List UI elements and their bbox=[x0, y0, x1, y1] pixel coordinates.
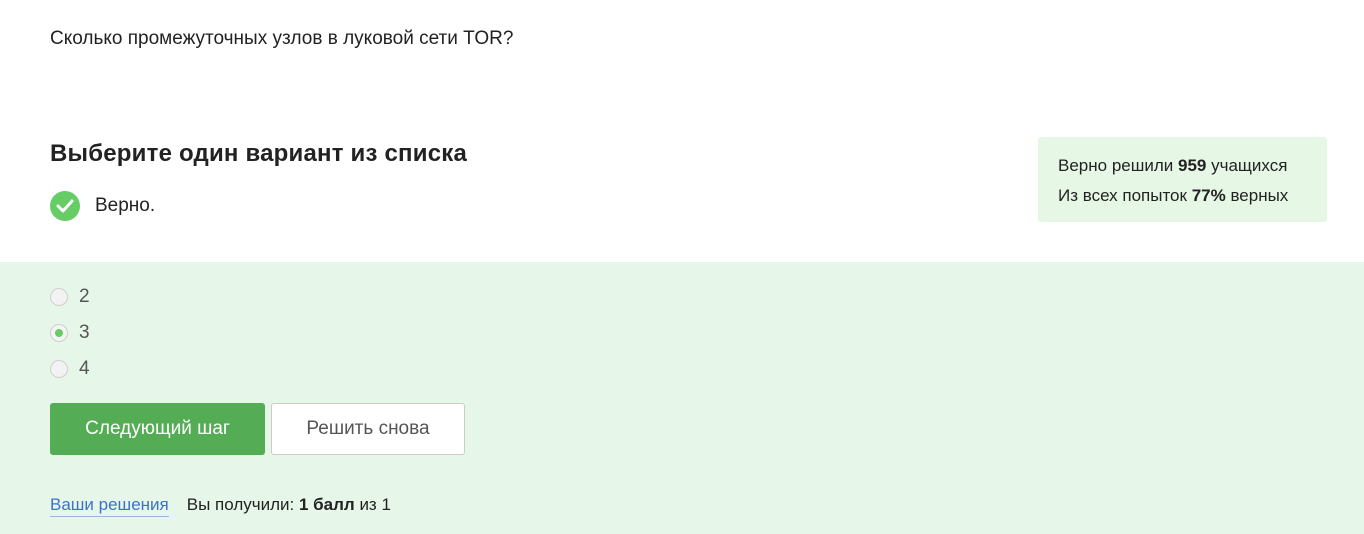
check-icon bbox=[50, 191, 80, 221]
stats-attempts-suffix: верных bbox=[1230, 186, 1289, 205]
option-2[interactable]: 2 bbox=[50, 286, 90, 308]
task-heading: Выберите один вариант из списка bbox=[50, 140, 468, 167]
your-solutions-link[interactable]: Ваши решения bbox=[50, 495, 169, 517]
retry-button[interactable]: Решить снова bbox=[271, 403, 465, 455]
answer-area: 2 3 4 Следующий шаг Решить снова Ваши ре… bbox=[0, 262, 1364, 534]
score-text: Вы получили: 1 балл из 1 bbox=[187, 495, 391, 515]
stats-solved-prefix: Верно решили bbox=[1058, 156, 1174, 175]
option-label: 2 bbox=[79, 286, 90, 307]
score-value: 1 балл bbox=[298, 495, 355, 514]
footer: Ваши решения Вы получили: 1 балл из 1 bbox=[50, 495, 391, 517]
radio-icon[interactable] bbox=[50, 360, 68, 378]
stats-panel: Верно решили 959 учащихся Из всех попыто… bbox=[1038, 137, 1327, 222]
score-suffix: из 1 bbox=[359, 495, 391, 514]
stats-solved-line: Верно решили 959 учащихся bbox=[1058, 151, 1307, 181]
radio-checked-icon[interactable] bbox=[50, 324, 68, 342]
option-label: 3 bbox=[79, 322, 90, 343]
score-prefix: Вы получили: bbox=[186, 495, 295, 514]
radio-icon[interactable] bbox=[50, 288, 68, 306]
stats-correct-percent: 77% bbox=[1191, 186, 1226, 205]
option-4[interactable]: 4 bbox=[50, 358, 90, 380]
question-text: Сколько промежуточных узлов в луковой се… bbox=[50, 28, 514, 49]
option-label: 4 bbox=[79, 358, 90, 379]
radio-dot-icon bbox=[55, 329, 63, 337]
stats-attempts-prefix: Из всех попыток bbox=[1058, 186, 1187, 205]
option-3[interactable]: 3 bbox=[50, 322, 90, 344]
verdict-label: Верно. bbox=[95, 195, 156, 216]
stats-solved-count: 959 bbox=[1178, 156, 1207, 175]
stats-attempts-line: Из всех попыток 77% верных bbox=[1058, 181, 1307, 211]
verdict-row: Верно. bbox=[50, 191, 155, 221]
stats-solved-suffix: учащихся bbox=[1211, 156, 1288, 175]
next-step-button[interactable]: Следующий шаг bbox=[50, 403, 265, 455]
